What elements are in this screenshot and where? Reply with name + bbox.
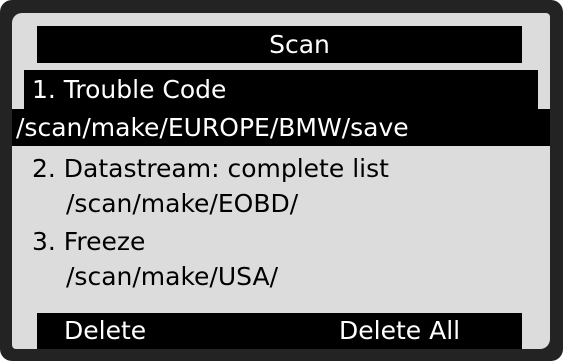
menu-item-title: 2. Datastream: complete list xyxy=(32,154,389,183)
screen-title: Scan xyxy=(37,26,522,63)
device-screen: Scan 1. Trouble Code /scan/make/EUROPE/B… xyxy=(12,13,550,349)
delete-button[interactable]: Delete xyxy=(64,313,146,349)
menu-item-path: /scan/make/EUROPE/BMW/save xyxy=(12,109,550,146)
delete-all-button[interactable]: Delete All xyxy=(339,313,460,349)
device-bezel: Scan 1. Trouble Code /scan/make/EUROPE/B… xyxy=(0,0,563,361)
softkey-bar: Delete Delete All xyxy=(37,313,522,349)
menu-item-path: /scan/make/EOBD/ xyxy=(66,189,299,218)
menu-item-datastream[interactable]: 2. Datastream: complete list /scan/make/… xyxy=(12,151,550,221)
menu-item-title: 3. Freeze xyxy=(32,227,146,256)
menu-item-trouble-code[interactable]: 1. Trouble Code /scan/make/EUROPE/BMW/sa… xyxy=(12,70,550,148)
menu-item-path: /scan/make/USA/ xyxy=(66,262,278,291)
menu-item-title: 1. Trouble Code xyxy=(24,70,538,109)
menu-item-freeze[interactable]: 3. Freeze /scan/make/USA/ xyxy=(12,224,550,294)
